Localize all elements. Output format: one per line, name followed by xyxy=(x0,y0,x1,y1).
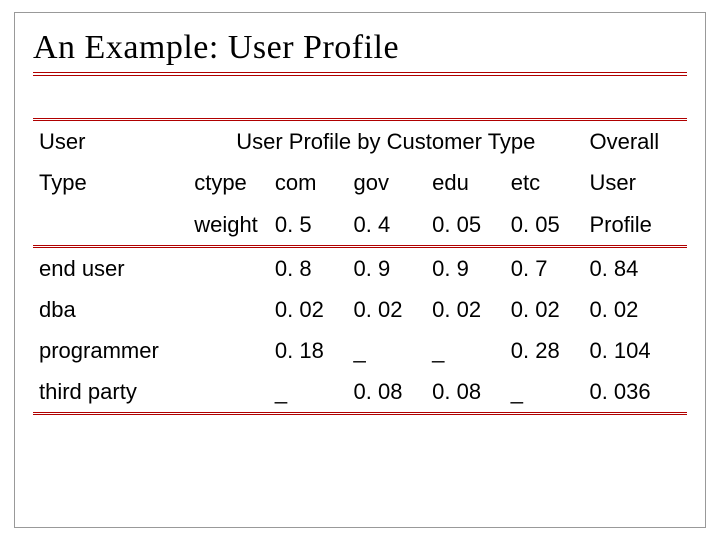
cell: _ xyxy=(505,371,584,414)
slide-title: An Example: User Profile xyxy=(33,29,687,76)
table-row: programmer 0. 18 _ _ 0. 28 0. 104 xyxy=(33,330,687,371)
table-row: third party _ 0. 08 0. 08 _ 0. 036 xyxy=(33,371,687,414)
header-col-etc: etc xyxy=(505,162,584,203)
cell: _ xyxy=(269,371,348,414)
header-overall-line3: Profile xyxy=(583,204,687,247)
header-span-label: User Profile by Customer Type xyxy=(188,120,583,163)
header-row-2: Type ctype com gov edu etc User xyxy=(33,162,687,203)
row-label: third party xyxy=(33,371,269,414)
cell: 0. 8 xyxy=(269,246,348,289)
header-overall-line1: Overall xyxy=(583,120,687,163)
cell: 0. 28 xyxy=(505,330,584,371)
header-col-edu: edu xyxy=(426,162,505,203)
weight-com: 0. 5 xyxy=(269,204,348,247)
header-ctype-label: ctype xyxy=(188,162,269,203)
header-usertype-line1: User xyxy=(33,120,188,163)
header-blank xyxy=(33,204,188,247)
cell-overall: 0. 84 xyxy=(583,246,687,289)
cell: 0. 7 xyxy=(505,246,584,289)
header-col-gov: gov xyxy=(348,162,427,203)
weight-gov: 0. 4 xyxy=(348,204,427,247)
row-label: dba xyxy=(33,289,269,330)
header-overall-line2: User xyxy=(583,162,687,203)
profile-table: User User Profile by Customer Type Overa… xyxy=(33,118,687,415)
cell: _ xyxy=(348,330,427,371)
weight-edu: 0. 05 xyxy=(426,204,505,247)
cell-overall: 0. 104 xyxy=(583,330,687,371)
table-row: end user 0. 8 0. 9 0. 9 0. 7 0. 84 xyxy=(33,246,687,289)
header-row-1: User User Profile by Customer Type Overa… xyxy=(33,120,687,163)
cell: 0. 02 xyxy=(426,289,505,330)
row-label: end user xyxy=(33,246,269,289)
row-label: programmer xyxy=(33,330,269,371)
header-usertype-line2: Type xyxy=(33,162,188,203)
header-col-com: com xyxy=(269,162,348,203)
cell-overall: 0. 02 xyxy=(583,289,687,330)
weight-etc: 0. 05 xyxy=(505,204,584,247)
header-row-3: weight 0. 5 0. 4 0. 05 0. 05 Profile xyxy=(33,204,687,247)
cell: 0. 02 xyxy=(348,289,427,330)
cell: 0. 9 xyxy=(426,246,505,289)
cell: 0. 9 xyxy=(348,246,427,289)
table-row: dba 0. 02 0. 02 0. 02 0. 02 0. 02 xyxy=(33,289,687,330)
cell: _ xyxy=(426,330,505,371)
cell: 0. 02 xyxy=(269,289,348,330)
cell: 0. 08 xyxy=(426,371,505,414)
cell: 0. 08 xyxy=(348,371,427,414)
header-weight-label: weight xyxy=(188,204,269,247)
cell: 0. 18 xyxy=(269,330,348,371)
cell: 0. 02 xyxy=(505,289,584,330)
cell-overall: 0. 036 xyxy=(583,371,687,414)
slide: An Example: User Profile User User Profi… xyxy=(14,12,706,528)
